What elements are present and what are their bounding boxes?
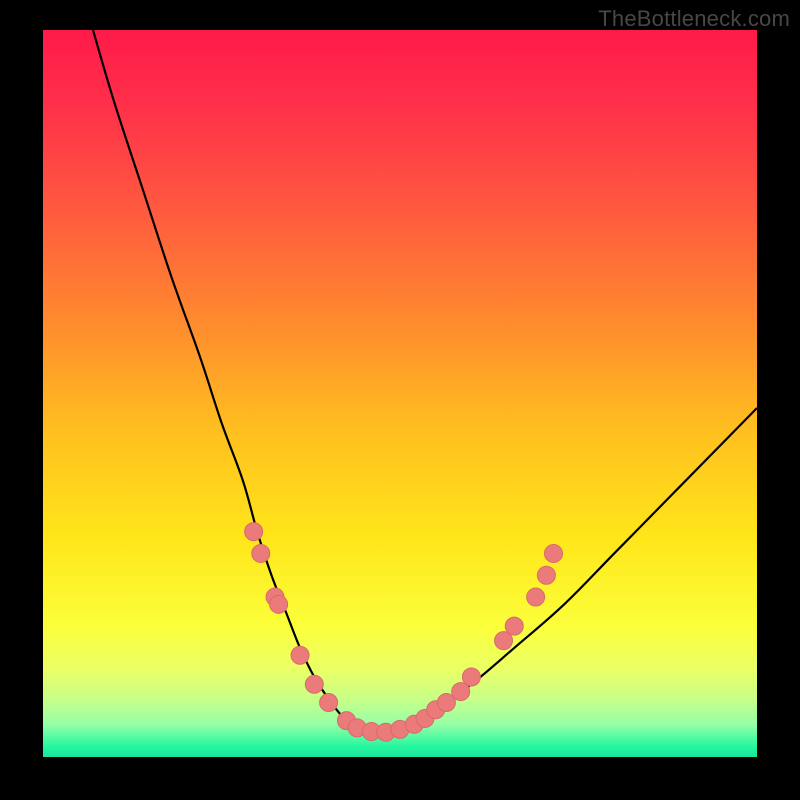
plot-background: [43, 30, 757, 757]
data-dot: [305, 675, 323, 693]
data-dot: [291, 646, 309, 664]
data-dot: [270, 595, 288, 613]
watermark-text: TheBottleneck.com: [598, 6, 790, 32]
data-dot: [462, 668, 480, 686]
data-dot: [527, 588, 545, 606]
data-dot: [537, 566, 555, 584]
data-dot: [505, 617, 523, 635]
data-dot: [545, 544, 563, 562]
bottleneck-chart: [0, 0, 800, 800]
data-dot: [245, 523, 263, 541]
data-dot: [320, 693, 338, 711]
data-dot: [252, 544, 270, 562]
chart-frame: TheBottleneck.com: [0, 0, 800, 800]
